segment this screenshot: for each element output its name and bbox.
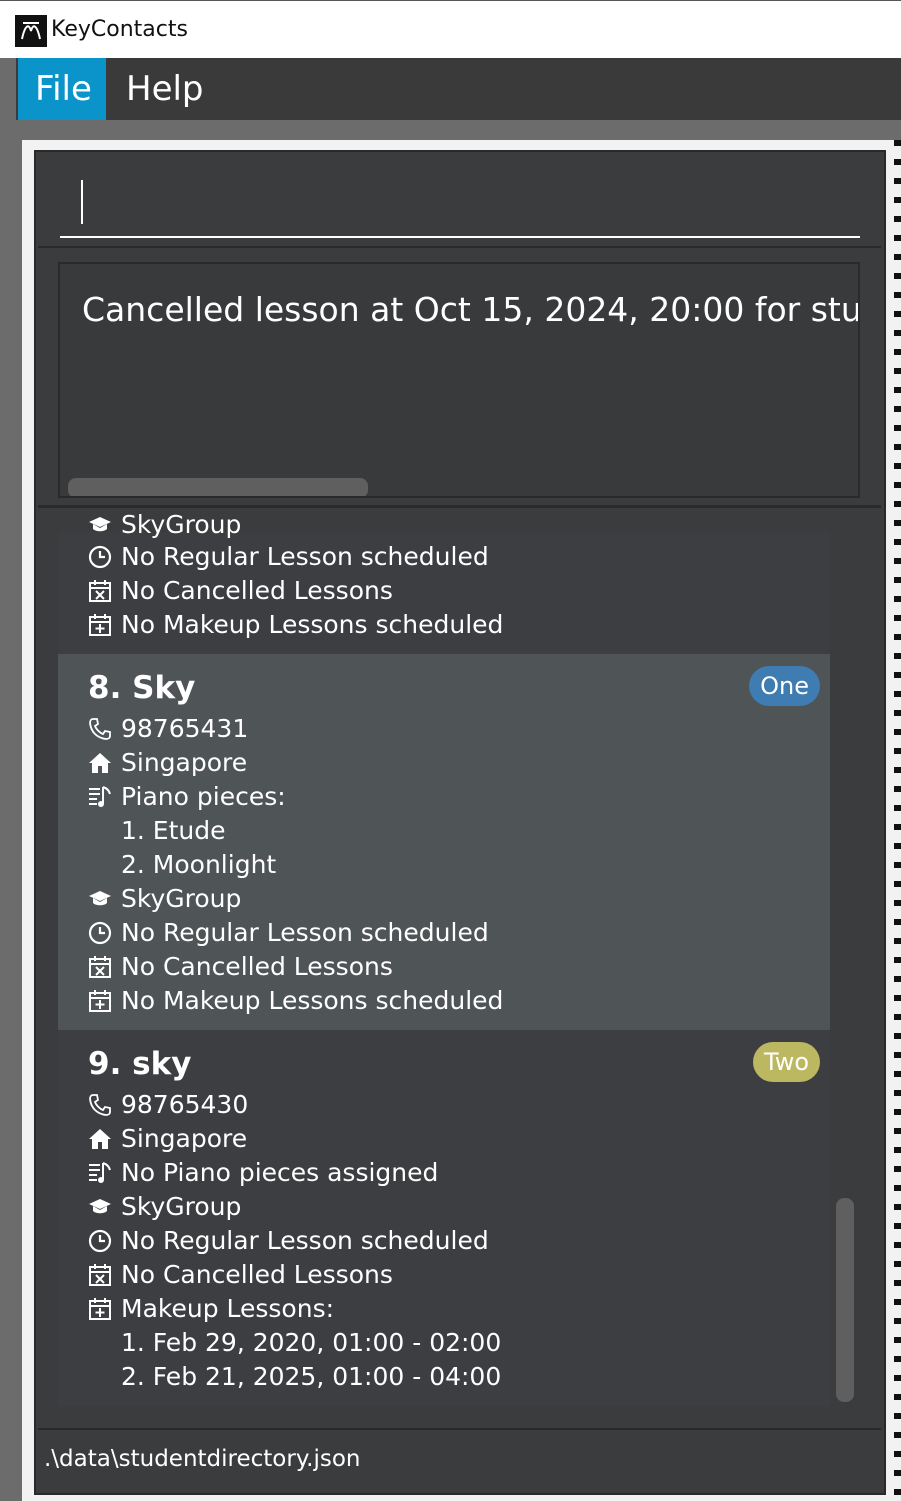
tag-badge: Two: [753, 1042, 820, 1082]
clock-icon: [88, 1229, 112, 1253]
calendar-plus-icon: [89, 614, 111, 636]
regular-lesson-text: No Regular Lesson scheduled: [121, 918, 489, 947]
window-title: KeyContacts: [51, 17, 188, 42]
phone-text: 98765430: [121, 1090, 249, 1119]
calendar-plus-icon: [89, 990, 111, 1012]
result-display[interactable]: Cancelled lesson at Oct 15, 2024, 20:00 …: [58, 262, 860, 498]
phone-icon: [89, 718, 111, 740]
home-icon: [89, 753, 111, 773]
menu-help[interactable]: Help: [109, 58, 221, 120]
address-text: Singapore: [121, 748, 248, 777]
cancelled-lesson-text: No Cancelled Lessons: [121, 1260, 393, 1289]
clock-icon: [88, 545, 112, 569]
phone-icon: [89, 1094, 111, 1116]
calendar-x-icon: [89, 956, 111, 978]
music-icon: [89, 1162, 111, 1183]
piano-pieces-label: Piano pieces:: [121, 782, 286, 811]
makeup-lesson-label: Makeup Lessons:: [121, 1294, 335, 1323]
calendar-x-icon: [89, 580, 111, 602]
group-text: SkyGroup: [121, 884, 242, 913]
list-item[interactable]: 9. sky Two 98765430 Singapore No Piano p…: [58, 1030, 830, 1406]
result-panel: Cancelled lesson at Oct 15, 2024, 20:00 …: [38, 250, 881, 508]
clock-icon: [88, 921, 112, 945]
calendar-x-icon: [89, 1264, 111, 1286]
status-bar: .\data\studentdirectory.json: [38, 1428, 881, 1490]
makeup-lesson-text: No Makeup Lessons scheduled: [121, 610, 504, 639]
calendar-plus-icon: [89, 1298, 111, 1320]
phone-text: 98765431: [121, 714, 249, 743]
piano-piece-text: 1. Etude: [121, 816, 226, 845]
menu-file[interactable]: File: [18, 58, 106, 120]
piano-piece-text: 2. Moonlight: [121, 850, 277, 879]
student-name: 8. Sky: [88, 670, 196, 706]
cancelled-lesson-text: No Cancelled Lessons: [121, 952, 393, 981]
cancelled-lesson-text: No Cancelled Lessons: [121, 576, 393, 605]
list-item[interactable]: SkyGroup No Regular Lesson scheduled No …: [58, 512, 830, 654]
address-text: Singapore: [121, 1124, 248, 1153]
music-icon: [89, 786, 111, 807]
command-box: [38, 156, 881, 248]
regular-lesson-text: No Regular Lesson scheduled: [121, 542, 489, 571]
tag-badge: One: [749, 666, 820, 706]
student-name: 9. sky: [88, 1046, 192, 1082]
home-icon: [89, 1129, 111, 1149]
window-edge: [894, 140, 901, 1501]
graduation-cap-icon: [89, 891, 111, 906]
piano-pieces-label: No Piano pieces assigned: [121, 1158, 439, 1187]
menu-bar: File Help: [16, 58, 901, 120]
student-list[interactable]: SkyGroup No Regular Lesson scheduled No …: [38, 512, 881, 1426]
makeup-lesson-text: 1. Feb 29, 2020, 01:00 - 02:00: [121, 1328, 502, 1357]
data-file-path: .\data\studentdirectory.json: [44, 1446, 361, 1472]
title-bar: KeyContacts: [0, 0, 901, 58]
makeup-lesson-text: No Makeup Lessons scheduled: [121, 986, 504, 1015]
graduation-cap-icon: [89, 517, 111, 532]
result-horizontal-scrollbar[interactable]: [68, 478, 368, 496]
result-message: Cancelled lesson at Oct 15, 2024, 20:00 …: [82, 290, 860, 329]
graduation-cap-icon: [89, 1199, 111, 1214]
command-input[interactable]: [60, 176, 860, 238]
list-vertical-scrollbar[interactable]: [836, 1198, 854, 1402]
makeup-lesson-text: 2. Feb 21, 2025, 01:00 - 04:00: [121, 1362, 502, 1391]
group-text: SkyGroup: [121, 1192, 242, 1221]
group-text: SkyGroup: [121, 512, 242, 539]
text-caret: [81, 180, 83, 224]
regular-lesson-text: No Regular Lesson scheduled: [121, 1226, 489, 1255]
app-logo-icon: [15, 15, 47, 47]
list-item[interactable]: 8. Sky One 98765431 Singapore Piano piec…: [58, 654, 830, 1030]
